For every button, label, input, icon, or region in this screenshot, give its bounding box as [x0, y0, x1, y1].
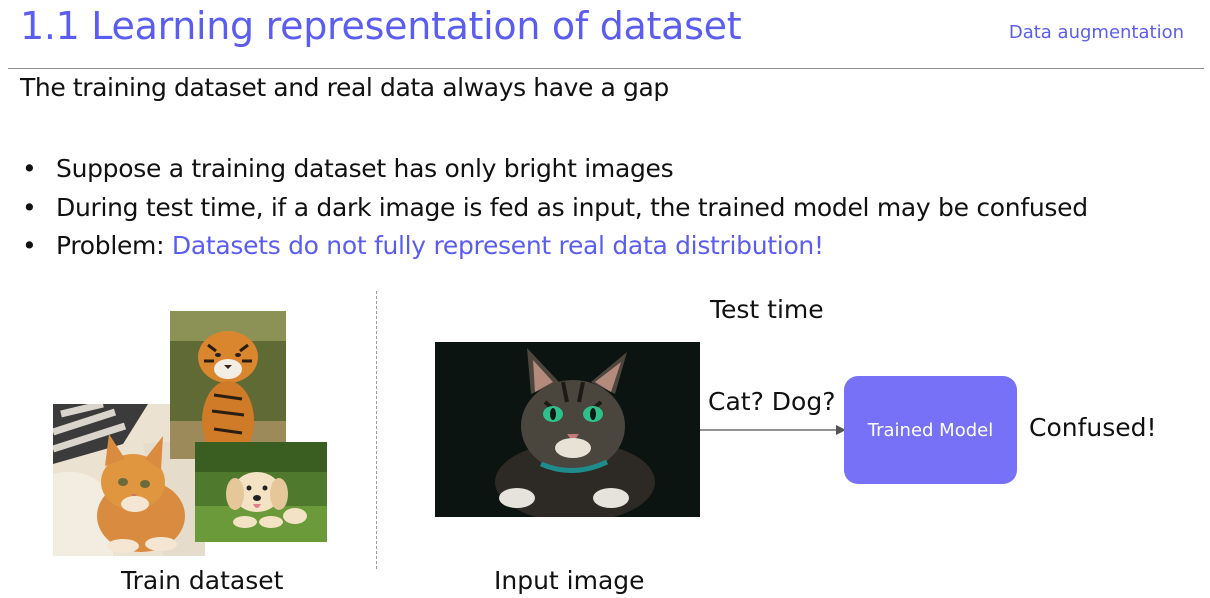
input-dark-cat-image — [435, 342, 700, 517]
train-dataset-caption: Train dataset — [121, 566, 284, 595]
bullet-prefix: Problem: — [56, 231, 172, 260]
train-tiger-image — [170, 311, 286, 459]
bullet-icon: • — [22, 231, 37, 260]
train-dog-image — [195, 442, 327, 542]
bullet-text: Suppose a training dataset has only brig… — [56, 154, 674, 183]
header-divider — [8, 68, 1204, 69]
slide-subtitle: The training dataset and real data alway… — [20, 73, 669, 102]
section-tag: Data augmentation — [1008, 22, 1184, 43]
slide-title: 1.1 Learning representation of dataset — [20, 4, 742, 48]
question-label: Cat? Dog? — [708, 387, 836, 416]
section-divider — [376, 291, 377, 569]
bullet-icon: • — [22, 154, 37, 183]
bullet-icon: • — [22, 192, 37, 222]
test-time-label: Test time — [710, 295, 824, 324]
confused-label: Confused! — [1029, 413, 1157, 442]
bullet-item: • During test time, if a dark image is f… — [20, 189, 1088, 228]
bullet-list: • Suppose a training dataset has only br… — [20, 150, 1088, 266]
arrow-icon — [700, 425, 846, 435]
trained-model-box: Trained Model — [844, 376, 1017, 484]
bullet-highlight: Datasets do not fully represent real dat… — [171, 231, 824, 260]
bullet-item: • Suppose a training dataset has only br… — [20, 150, 1088, 189]
bullet-item: • Problem: Datasets do not fully represe… — [20, 227, 1088, 266]
input-image-caption: Input image — [494, 566, 645, 595]
bullet-text: During test time, if a dark image is fed… — [56, 192, 1088, 222]
